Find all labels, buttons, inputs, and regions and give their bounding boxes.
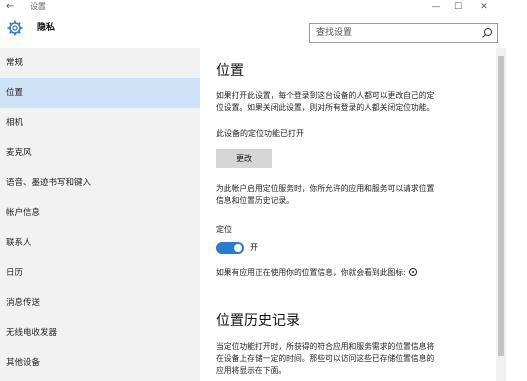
sidebar-item-general[interactable]: 常规 — [0, 48, 200, 78]
back-arrow-icon[interactable]: ← — [6, 0, 14, 14]
scrollbar-thumb[interactable] — [498, 56, 504, 356]
sidebar-item-messaging[interactable]: 消息传送 — [0, 288, 200, 318]
location-in-use-icon — [408, 268, 417, 276]
location-icon-note-text: 如果有应用正在使用你的位置信息，你就会看到此图标: — [216, 268, 406, 277]
sidebar-item-calendar[interactable]: 日历 — [0, 258, 200, 288]
minimize-button[interactable]: — — [425, 0, 447, 14]
sidebar-item-other-devices[interactable]: 其他设备 — [0, 348, 200, 378]
history-text-line-1: 当定位功能打开时，所获得的符合应用和服务需求的位置信息将 — [216, 342, 435, 351]
section-title: 位置 — [216, 63, 244, 79]
toggle-state-label: 开 — [250, 243, 258, 252]
toggle-knob — [234, 244, 242, 252]
maximize-button[interactable]: ☐ — [447, 0, 469, 14]
page-title: 隐私 — [37, 23, 56, 33]
location-toggle-label: 定位 — [216, 225, 232, 234]
location-toggle[interactable] — [216, 242, 244, 254]
search-icon[interactable] — [481, 27, 493, 39]
sidebar: 常规 位置 相机 麦克风 语音、墨迹书写和键入 帐户信息 联系人 日历 消息传送… — [0, 48, 200, 381]
account-text-line-2: 信息和位置历史记录。 — [216, 196, 294, 205]
search-input[interactable] — [310, 24, 478, 42]
location-history-title: 位置历史记录 — [216, 313, 300, 329]
sidebar-item-camera[interactable]: 相机 — [0, 108, 200, 138]
sidebar-item-contacts[interactable]: 联系人 — [0, 228, 200, 258]
window-edge — [506, 0, 527, 381]
sidebar-item-speech-inking-typing[interactable]: 语音、墨迹书写和键入 — [0, 168, 200, 198]
location-icon-note: 如果有应用正在使用你的位置信息，你就会看到此图标: — [216, 267, 488, 279]
window-title: 设置 — [30, 2, 46, 11]
sidebar-item-location[interactable]: 位置 — [0, 78, 200, 108]
sidebar-item-microphone[interactable]: 麦克风 — [0, 138, 200, 168]
sidebar-item-account-info[interactable]: 帐户信息 — [0, 198, 200, 228]
gear-icon — [7, 20, 23, 36]
main-scrollbar[interactable] — [496, 48, 506, 381]
intro-text-line-2: 位设置。如果关闭此设置，则对所有登录的人都关闭定位功能。 — [216, 103, 435, 112]
title-bar: ← 设置 — ☐ ✕ — [0, 0, 527, 14]
intro-text-line-1: 如果打开此设置，每个登录到这台设备的人都可以更改自己的定 — [216, 91, 435, 100]
sidebar-item-radios[interactable]: 无线电收发器 — [0, 318, 200, 348]
close-button[interactable]: ✕ — [473, 0, 495, 14]
account-text-line-1: 为此帐户启用定位服务时，你所允许的应用和服务可以请求位置 — [216, 184, 435, 193]
search-box[interactable] — [309, 23, 498, 43]
history-text-line-2: 在设备上存储一定的时间。那些可以访问这些已存储位置信息的 — [216, 354, 435, 363]
history-text-line-3: 应用将显示在下面。 — [216, 366, 287, 375]
main-content: 位置 如果打开此设置，每个登录到这台设备的人都可以更改自己的定 位设置。如果关闭… — [200, 48, 496, 381]
change-button[interactable]: 更改 — [216, 149, 272, 168]
device-location-status: 此设备的定位功能已打开 — [216, 129, 304, 138]
page-header: 隐私 — [0, 14, 527, 48]
